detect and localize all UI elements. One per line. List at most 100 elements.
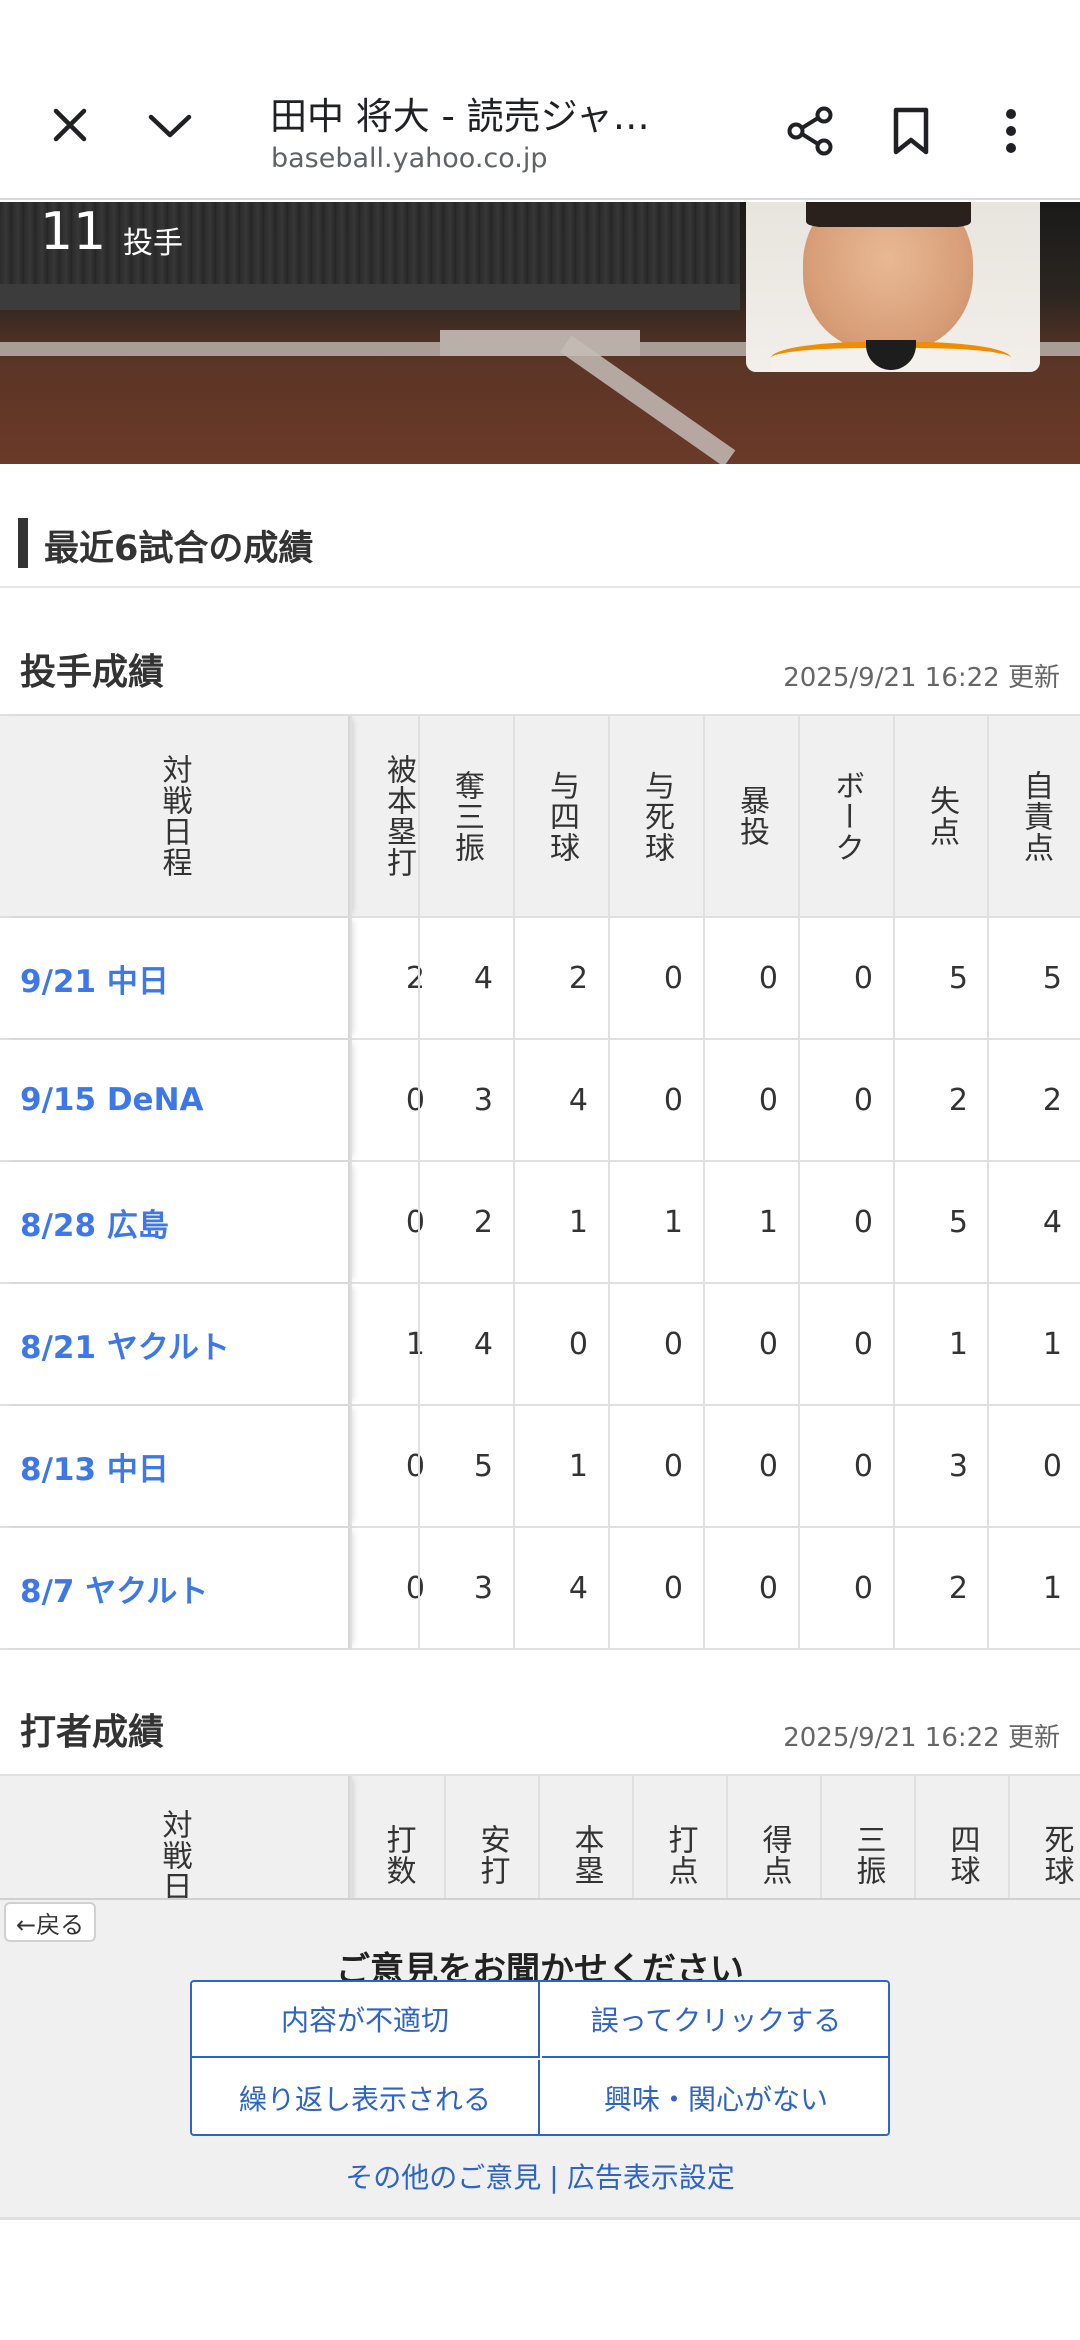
feedback-option-inappropriate[interactable]: 内容が不適切 — [192, 1982, 540, 2058]
game-link[interactable]: 8/21 ヤクルト — [20, 1322, 230, 1367]
uniform-number: 11 — [40, 202, 107, 262]
other-feedback-link[interactable]: その他のご意見 — [345, 2161, 541, 2194]
stat-cell: 4 — [513, 1528, 608, 1648]
player-header-image: 11 投手 — [0, 202, 1080, 464]
column-header: 打点 — [632, 1776, 726, 1898]
stat-cell: 2 — [893, 1528, 988, 1648]
stat-cell: 5 — [987, 918, 1080, 1038]
stat-cell: 0 — [798, 1284, 893, 1404]
column-header-label: 得点 — [756, 1824, 792, 1886]
stat-cell: 2 — [418, 1162, 513, 1282]
stat-cell: 0 — [987, 1406, 1080, 1526]
page-url[interactable]: baseball.yahoo.co.jp — [271, 143, 548, 174]
stat-cell: 3 — [418, 1528, 513, 1648]
stat-cell: 1 — [513, 1406, 608, 1526]
column-header: ボーク — [798, 716, 893, 916]
column-header: 得点 — [726, 1776, 820, 1898]
close-icon[interactable] — [40, 95, 100, 155]
back-button[interactable]: ←戻る — [4, 1902, 97, 1942]
stat-cell: 0 — [703, 1528, 798, 1648]
column-header: 四球 — [914, 1776, 1008, 1898]
player-position: 投手 — [123, 226, 183, 261]
stat-cell: 0 — [608, 1040, 703, 1160]
batting-table: 対戦日 打数 安打 本塁 打点 得点 三振 四球 死球 — [0, 1774, 1080, 1898]
column-header-label: 暴投 — [734, 785, 769, 847]
column-header-label: 被本塁打 — [381, 754, 416, 878]
stat-cell: 5 — [893, 918, 988, 1038]
batting-heading: 打者成績 2025/9/21 16:22 更新 — [0, 1703, 1080, 1763]
stat-cell: 0 — [798, 1162, 893, 1282]
column-header: 奪三振 — [418, 716, 513, 916]
stat-cell: 0 — [608, 1406, 703, 1526]
page-title[interactable]: 田中 将大 - 読売ジャ… — [270, 86, 650, 140]
stadium-stands — [0, 202, 740, 297]
more-vert-icon[interactable] — [980, 100, 1042, 162]
table-header-row: 対戦日程 被本塁打 奪三振 与四球 与死球 暴投 ボーク 失点 自責点 — [0, 716, 1080, 918]
column-header-label: 四球 — [944, 1824, 980, 1886]
game-link[interactable]: 8/28 広島 — [20, 1200, 169, 1245]
stat-cell: 5 — [418, 1406, 513, 1526]
game-link[interactable]: 9/21 中日 — [20, 956, 169, 1001]
stat-cell: 0 — [703, 1406, 798, 1526]
stat-cell: 2 — [987, 1040, 1080, 1160]
column-header: 死球 — [1008, 1776, 1080, 1898]
bookmark-icon[interactable] — [880, 100, 942, 162]
section-title: 最近6試合の成績 — [44, 529, 314, 569]
stat-cell: 5 — [893, 1162, 988, 1282]
stat-cell: 1 — [513, 1162, 608, 1282]
column-header-label: 失点 — [924, 785, 959, 847]
section-heading: 最近6試合の成績 — [0, 502, 1080, 588]
game-cell: 9/15 DeNA — [0, 1040, 350, 1160]
feedback-option-not-interested[interactable]: 興味・関心がない — [542, 2060, 890, 2136]
player-photo — [746, 202, 1040, 372]
table-row: 8/21 ヤクルト 1 4 0 0 0 0 1 1 — [0, 1284, 1080, 1406]
pitching-heading: 投手成績 2025/9/21 16:22 更新 — [0, 643, 1080, 703]
pitching-table: 対戦日程 被本塁打 奪三振 与四球 与死球 暴投 ボーク 失点 自責点 9/21 中日 2 4 2 0 0 0… — [0, 714, 1080, 1650]
stat-cell: 0 — [608, 1528, 703, 1648]
stat-cell: 3 — [893, 1406, 988, 1526]
game-link[interactable]: 9/15 DeNA — [20, 1082, 204, 1118]
pitching-updated: 2025/9/21 16:22 更新 — [783, 663, 1060, 693]
table-row: 8/28 広島 0 2 1 1 1 0 5 4 — [0, 1162, 1080, 1284]
stat-cell: 1 — [987, 1528, 1080, 1648]
stat-cell: 0 — [703, 1284, 798, 1404]
column-header: 三振 — [820, 1776, 914, 1898]
batting-updated: 2025/9/21 16:22 更新 — [783, 1723, 1060, 1753]
player-hair — [806, 202, 971, 227]
column-header-label: 与四球 — [544, 769, 579, 863]
share-icon[interactable] — [780, 100, 842, 162]
stadium-wall — [0, 284, 740, 310]
stat-cell: 0 — [798, 918, 893, 1038]
stat-cell: 0 — [798, 1040, 893, 1160]
column-header-label: 打数 — [380, 1824, 416, 1886]
batting-title: 打者成績 — [20, 1712, 165, 1753]
ad-settings-link[interactable]: 広告表示設定 — [567, 2161, 735, 2194]
table-row: 9/15 DeNA 0 3 4 0 0 0 2 2 — [0, 1040, 1080, 1162]
game-link[interactable]: 8/7 ヤクルト — [20, 1566, 208, 1611]
game-cell: 8/21 ヤクルト — [0, 1284, 350, 1404]
column-header: 自責点 — [987, 716, 1080, 916]
table-row: 9/21 中日 2 4 2 0 0 0 5 5 — [0, 918, 1080, 1040]
column-header-label: 与死球 — [639, 769, 674, 863]
game-link[interactable]: 8/13 中日 — [20, 1444, 169, 1489]
column-header: 安打 — [444, 1776, 538, 1898]
stat-cell: 4 — [987, 1162, 1080, 1282]
column-header-label: 奪三振 — [449, 769, 484, 863]
game-cell: 8/13 中日 — [0, 1406, 350, 1526]
feedback-option-repetitive[interactable]: 繰り返し表示される — [192, 2060, 540, 2136]
stat-cell: 1 — [608, 1162, 703, 1282]
section-accent-bar — [18, 518, 28, 568]
feedback-options: 内容が不適切 誤ってクリックする 繰り返し表示される 興味・関心がない — [190, 1980, 890, 2136]
stat-cell: 3 — [418, 1040, 513, 1160]
column-header-label: 三振 — [850, 1824, 886, 1886]
stat-cell: 4 — [418, 1284, 513, 1404]
column-header-label: 安打 — [474, 1824, 510, 1886]
stat-cell: 2 — [893, 1040, 988, 1160]
feedback-option-misclick[interactable]: 誤ってクリックする — [542, 1982, 890, 2058]
column-header: 本塁 — [538, 1776, 632, 1898]
pitching-title: 投手成績 — [20, 652, 165, 693]
chevron-down-icon[interactable] — [140, 95, 200, 155]
stat-cell: 4 — [513, 1040, 608, 1160]
ad-feedback-panel: ←戻る ご意見をお聞かせください 内容が不適切 誤ってクリックする 繰り返し表示… — [0, 1898, 1080, 2220]
column-header: 暴投 — [703, 716, 798, 916]
